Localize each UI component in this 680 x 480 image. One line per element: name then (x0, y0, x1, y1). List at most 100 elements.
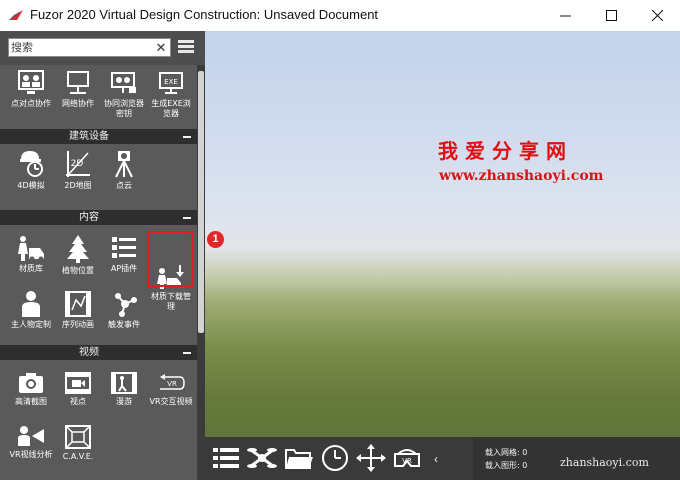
move-arrows-icon (356, 444, 386, 472)
window-title: Fuzor 2020 Virtual Design Construction: … (30, 7, 379, 22)
search-row: ✕ (0, 31, 205, 65)
character-icon (22, 291, 40, 317)
watermark-url: www.zhanshaoyi.com (439, 168, 604, 184)
network-collab-icon (67, 71, 89, 94)
step-badge: 1 (207, 231, 224, 248)
3d-viewport[interactable] (205, 31, 680, 480)
toolbar-list-button[interactable] (211, 444, 243, 474)
maximize-button[interactable] (588, 0, 634, 30)
toolbar-drone-button[interactable] (247, 444, 279, 474)
toolbar-clock-button[interactable] (320, 444, 352, 474)
camera-icon (19, 373, 43, 393)
tool-plant-tree[interactable]: 植物位置 (55, 234, 101, 276)
tool-cave[interactable]: C.A.V.E. (55, 424, 101, 462)
tool-peer-collab[interactable]: 点对点协作 (8, 69, 54, 109)
tool-label: 协同浏览器密钥 (104, 99, 144, 118)
tool-viewpoint[interactable]: 视点 (55, 371, 101, 407)
tool-label: 序列动画 (62, 320, 94, 329)
tool-label: 4D模拟 (17, 181, 45, 190)
tool-camera[interactable]: 高清截图 (8, 371, 54, 407)
browser-key-icon (111, 72, 136, 93)
tool-label: 植物位置 (62, 266, 94, 275)
tool-label: 生成EXE浏览器 (151, 99, 191, 118)
category-title: 内容 (79, 212, 99, 223)
list-icon (213, 448, 239, 468)
tool-label: 漫游 (116, 397, 132, 406)
collapse-minus-icon[interactable] (183, 352, 191, 354)
collapse-minus-icon[interactable] (183, 136, 191, 138)
tool-browser-key[interactable]: 协同浏览器密钥 (101, 69, 147, 119)
fuzor-logo-icon (9, 10, 23, 20)
tool-label: 高清截图 (15, 397, 47, 406)
peer-collab-icon (18, 70, 44, 94)
collapse-minus-icon[interactable] (183, 217, 191, 219)
exe-viewer-icon: EXE (159, 72, 183, 94)
tool-exe-viewer[interactable]: EXE 生成EXE浏览器 (148, 69, 194, 119)
loaded-shapes-text: 载入图形: 0 (485, 461, 528, 470)
close-button[interactable] (634, 0, 680, 30)
4d-sim-icon (20, 151, 43, 177)
vr-video-icon: VR (160, 374, 185, 390)
tool-character[interactable]: 主人物定制 (8, 290, 54, 330)
tool-label: C.A.V.E. (62, 452, 94, 461)
svg-text:EXE: EXE (164, 78, 178, 86)
toolbar-move-button[interactable] (356, 444, 388, 474)
tool-point-cloud[interactable]: 点云 (101, 149, 147, 191)
search-clear-icon[interactable]: ✕ (154, 39, 168, 56)
toolbar-folder-button[interactable] (284, 444, 316, 474)
sequence-anim-icon (65, 291, 91, 317)
cave-icon (65, 425, 91, 449)
hamburger-menu-icon[interactable] (178, 40, 194, 54)
point-cloud-icon (115, 151, 133, 178)
tool-label: 视点 (70, 397, 86, 406)
tool-label: 点对点协作 (11, 99, 51, 108)
tool-sequence-anim[interactable]: 序列动画 (55, 290, 101, 330)
tool-label: 2D地图 (64, 181, 92, 190)
tool-walkthrough[interactable]: 漫游 (101, 371, 147, 407)
tool-network-collab[interactable]: 网络协作 (55, 69, 101, 109)
minimize-icon (559, 15, 571, 16)
svg-text:VR: VR (402, 457, 412, 465)
tool-vr-video[interactable]: VR VR交互视频 (148, 371, 194, 407)
2d-map-icon: 2D (66, 151, 90, 177)
minimize-button[interactable] (542, 0, 588, 30)
vr-headset-icon: VR (394, 449, 420, 467)
toolbar-collapse-icon[interactable]: ‹ (430, 451, 442, 467)
material-library-icon (18, 236, 44, 262)
tool-material-library[interactable]: 材质库 (8, 234, 54, 274)
tool-label: 材质库 (19, 264, 43, 273)
close-icon (651, 9, 663, 21)
viewpoint-icon (65, 372, 91, 394)
watermark-chinese: 我爱分享网 (438, 139, 573, 163)
loaded-meshes-text: 载入网格: 0 (485, 448, 528, 457)
tool-label: 材质下载管理 (151, 292, 191, 311)
search-input[interactable] (11, 39, 151, 56)
tool-4d-sim[interactable]: 4D模拟 (8, 149, 54, 191)
tool-label: 网络协作 (62, 99, 94, 108)
ap-plugin-icon (112, 237, 136, 258)
bottom-toolbar: VR ‹ (205, 437, 473, 480)
trigger-event-icon (115, 293, 137, 317)
category-header-content[interactable]: 内容 (0, 210, 197, 225)
tool-label: AP插件 (110, 264, 138, 273)
tool-label: 主人物定制 (11, 320, 51, 329)
svg-text:2D: 2D (71, 159, 84, 169)
vr-sight-icon (18, 426, 44, 446)
category-title: 建筑设备 (69, 131, 109, 142)
category-header-building[interactable]: 建筑设备 (0, 129, 197, 144)
svg-text:VR: VR (167, 380, 177, 388)
category-title: 视频 (79, 347, 99, 358)
drone-icon (247, 448, 277, 468)
tool-label: 触发事件 (108, 320, 140, 329)
category-header-video[interactable]: 视频 (0, 345, 197, 360)
tool-label: 点云 (116, 181, 132, 190)
tool-trigger-event[interactable]: 触发事件 (101, 290, 147, 330)
tool-ap-plugin[interactable]: AP插件 (101, 234, 147, 274)
title-bar: Fuzor 2020 Virtual Design Construction: … (0, 0, 680, 32)
tool-vr-sight[interactable]: VR视线分析 (8, 424, 54, 460)
panel-scrollbar-thumb[interactable] (198, 71, 204, 333)
tool-label: VR交互视频 (149, 397, 193, 406)
toolbar-vr-button[interactable]: VR (392, 444, 424, 474)
tool-2d-map[interactable]: 2D 2D地图 (55, 149, 101, 191)
search-box: ✕ (8, 38, 171, 57)
